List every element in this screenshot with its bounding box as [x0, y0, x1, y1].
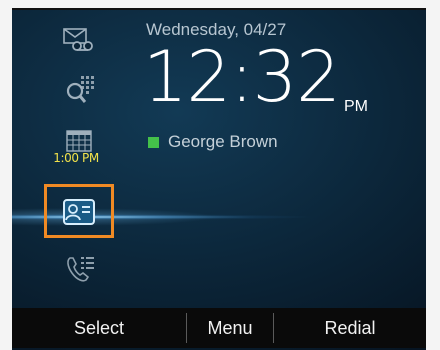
softkey-bar: Select Menu Redial [12, 308, 426, 348]
calendar-next-event-time: 1:00 PM [53, 151, 99, 165]
menu-softkey[interactable]: Menu [187, 308, 273, 348]
clock-time: 12:32 [143, 36, 341, 118]
call-log-icon[interactable] [60, 250, 100, 288]
user-name: George Brown [168, 132, 278, 151]
voicemail-icon[interactable] [58, 24, 98, 56]
directory-search-icon[interactable] [60, 70, 100, 108]
user-line: George Brown [148, 132, 278, 152]
presence-indicator [148, 136, 159, 148]
clock-ampm: PM [344, 98, 368, 115]
contact-card-icon[interactable] [52, 193, 106, 231]
redial-softkey[interactable]: Redial [274, 308, 426, 348]
select-softkey[interactable]: Select [12, 308, 186, 348]
